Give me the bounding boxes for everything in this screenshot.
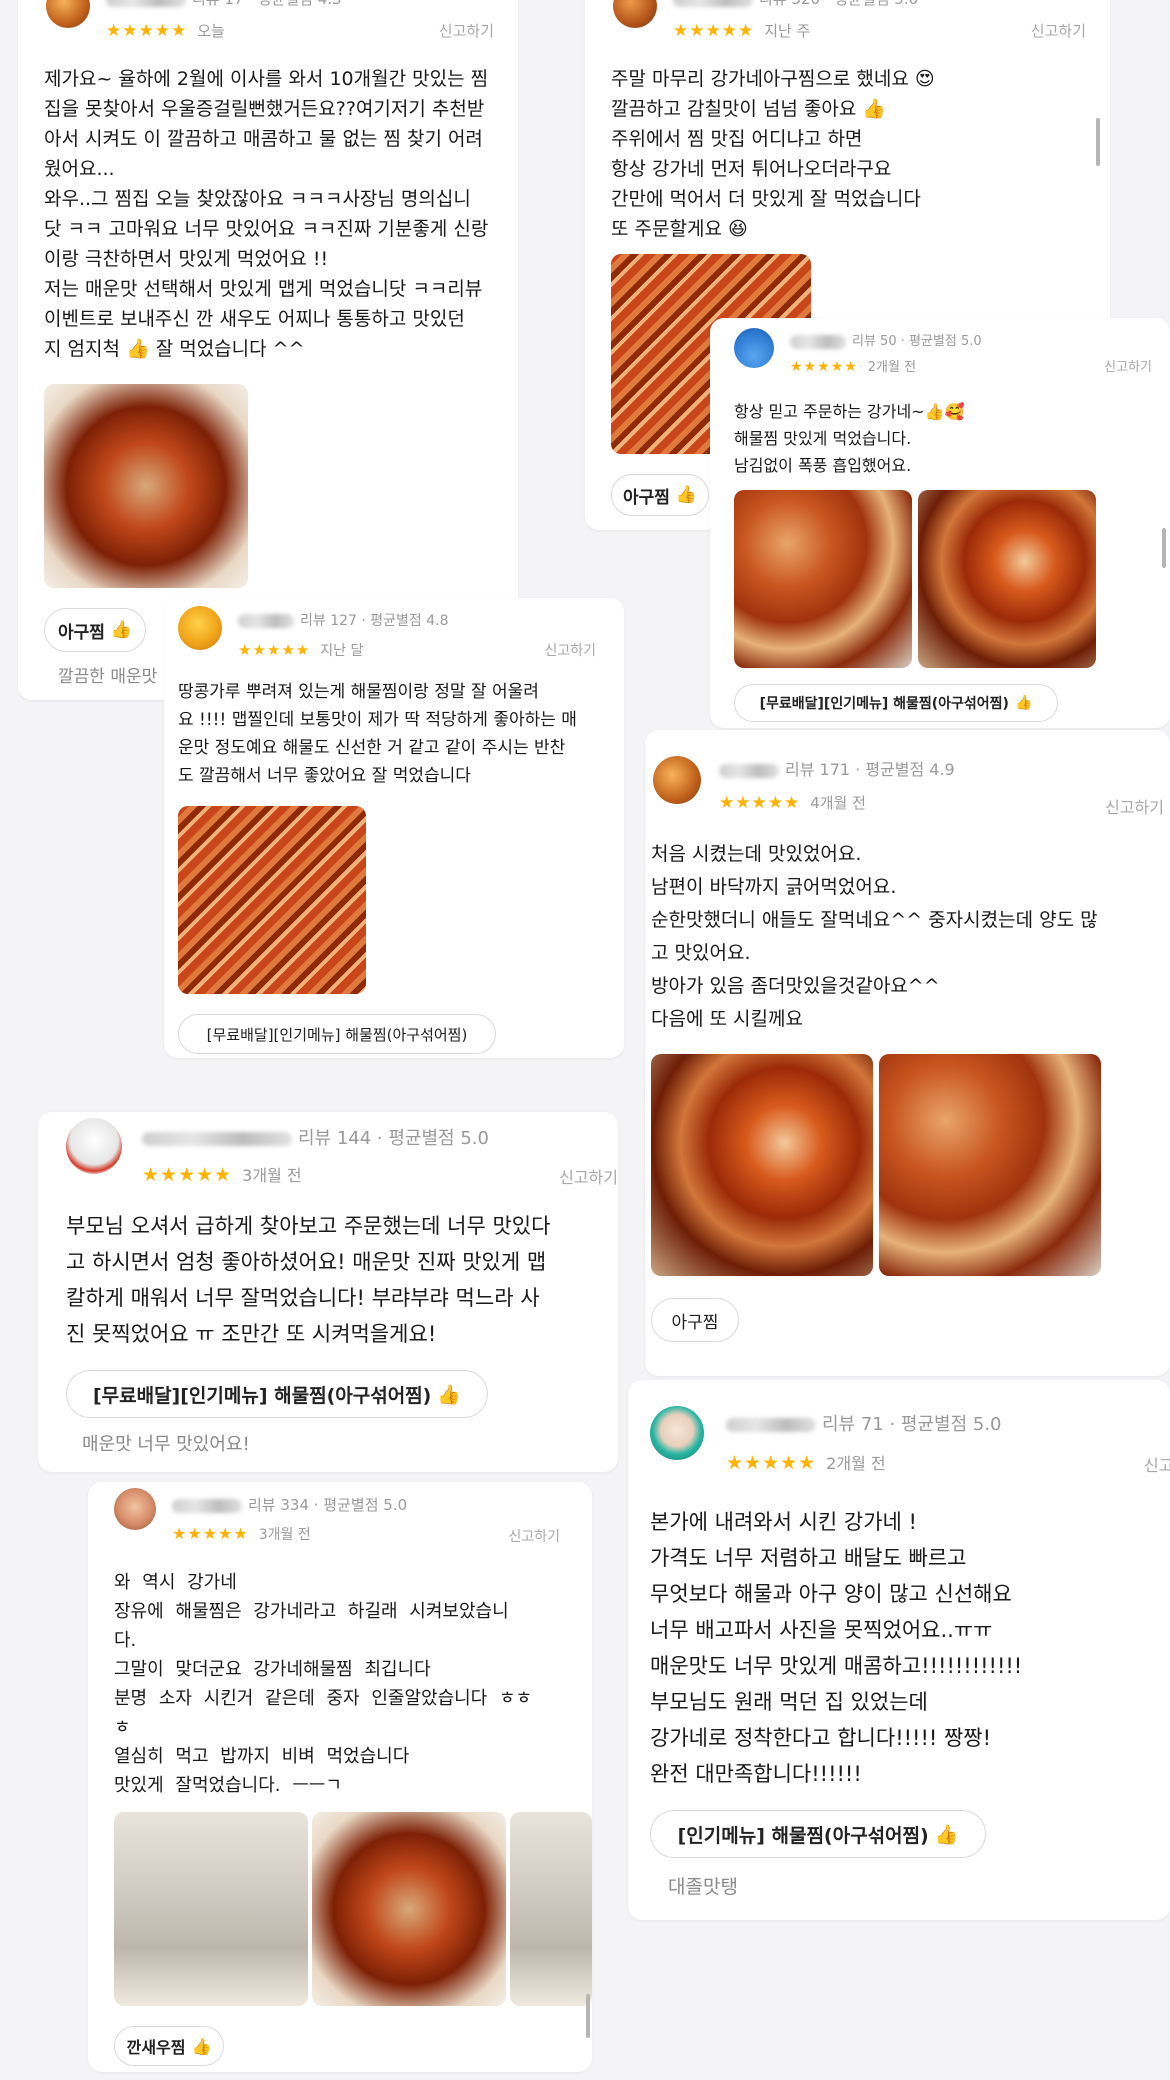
report-link[interactable]: 신고하기 <box>1144 1452 1170 1476</box>
report-link[interactable]: 신고하기 <box>508 1526 560 1546</box>
rating-stars: ★★★★★ 지난 달 <box>238 641 364 659</box>
review-date: 지난 주 <box>764 22 811 40</box>
avatar <box>734 328 774 368</box>
reviewer-meta: 리뷰 334 · 평균별점 5.0 <box>172 1494 407 1515</box>
review-card: 리뷰 71 · 평균별점 5.0 ★★★★★2개월 전 신고하기 본가에 내려와… <box>628 1380 1170 1920</box>
review-card: 리뷰 50 · 평균별점 5.0 ★★★★★ 2개월 전 신고하기 항상 믿고 주… <box>710 318 1170 728</box>
review-photo[interactable] <box>114 1812 308 2006</box>
review-tag: 매운맛 너무 맛있어요! <box>82 1434 250 1455</box>
reviewer-meta: 리뷰 171 · 평균별점 4.9 <box>719 756 955 780</box>
review-date: 2개월 전 <box>826 1454 886 1473</box>
review-text: 부모님 오셔서 급하게 찾아보고 주문했는데 너무 맛있다 고 하시면서 엄청 … <box>66 1214 551 1346</box>
report-link[interactable]: 신고하기 <box>1104 356 1152 375</box>
review-card: 리뷰 127 · 평균별점 4.8 ★★★★★ 지난 달 신고하기 땅콩가루 뿌려… <box>164 598 624 1058</box>
report-link[interactable]: 신고하기 <box>544 640 596 660</box>
rating-stars: ★★★★★ 4개월 전 <box>719 793 866 813</box>
review-date: 지난 달 <box>320 643 364 659</box>
review-photo[interactable] <box>312 1812 506 2006</box>
review-tag: 대졸맛탱 <box>668 1876 738 1898</box>
thumbs-up-icon: 👍 <box>191 2036 212 2056</box>
review-card: 리뷰 171 · 평균별점 4.9 ★★★★★ 4개월 전 신고하기 처음 시켰는… <box>645 730 1170 1376</box>
review-date: 3개월 전 <box>242 1166 302 1185</box>
scrollbar[interactable] <box>1162 528 1166 568</box>
reviewer-meta: 리뷰 144 · 평균별점 5.0 <box>142 1124 489 1150</box>
avatar <box>653 756 701 804</box>
avatar <box>46 0 90 28</box>
report-link[interactable]: 신고하기 <box>1031 20 1086 41</box>
menu-chip[interactable]: [무료배달][인기메뉴] 해물찜(아구섞어찜) <box>178 1014 496 1054</box>
review-card: 리뷰 334 · 평균별점 5.0 ★★★★★ 3개월 전 신고하기 와 역시 강… <box>88 1482 592 2072</box>
review-photo[interactable] <box>879 1054 1101 1276</box>
thumbs-up-icon: 👍 <box>437 1383 462 1406</box>
rating-stars: ★★★★★ 2개월 전 <box>790 359 917 375</box>
review-date: 2개월 전 <box>867 360 917 375</box>
review-photo[interactable] <box>651 1054 873 1276</box>
review-text: 제가요~ 율하에 2월에 이사를 와서 10개월간 맛있는 찜 집을 못찾아서 … <box>44 68 489 360</box>
rating-stars: ★★★★★ 오늘 <box>106 21 225 41</box>
review-photo[interactable] <box>918 490 1096 668</box>
thumbs-up-icon: 👍 <box>675 485 698 505</box>
review-photo[interactable] <box>734 490 912 668</box>
review-date: 오늘 <box>197 22 225 40</box>
rating-stars: ★★★★★ 2개월 전 <box>726 1452 886 1474</box>
menu-chip[interactable]: 아구찜 👍 <box>44 608 146 652</box>
review-tag: 깔끔한 매운맛 <box>58 667 158 687</box>
review-photo[interactable] <box>44 384 248 588</box>
avatar <box>66 1118 122 1174</box>
report-link[interactable]: 신고하기 <box>439 20 494 41</box>
avatar <box>650 1406 704 1460</box>
reviewer-meta: 리뷰 127 · 평균별점 4.8 <box>238 610 449 630</box>
menu-chip[interactable]: [인기메뉴] 해물찜(아구섞어찜) 👍 <box>650 1810 986 1858</box>
rating-stars: ★★★★★ 3개월 전 <box>142 1164 302 1186</box>
review-text: 본가에 내려와서 시킨 강가네 ! 가격도 너무 저렴하고 배달도 빠르고 무엇… <box>650 1510 1023 1786</box>
report-link[interactable]: 신고하기 <box>1105 794 1164 818</box>
scrollbar[interactable] <box>586 1994 590 2038</box>
menu-chip[interactable]: 깐새우찜 👍 <box>114 2026 224 2066</box>
reviewer-meta: 리뷰 320 · 평균별점 5.0 <box>673 0 918 9</box>
thumbs-up-icon: 👍 <box>1014 695 1033 711</box>
review-card: 리뷰 17 · 평균별점 4.3 ★★★★★오늘 신고하기 제가요~ 율하에 2… <box>18 0 518 700</box>
scrollbar[interactable] <box>1096 118 1100 166</box>
rating-stars: ★★★★★ 지난 주 <box>673 21 811 41</box>
rating-stars: ★★★★★ 3개월 전 <box>172 1524 311 1543</box>
review-photo[interactable] <box>510 1812 592 2006</box>
review-text: 주말 마무리 강가네아구찜으로 했네요 😍 깔끔하고 감칠맛이 넘넘 좋아요 👍… <box>611 68 935 240</box>
thumbs-up-icon: 👍 <box>110 620 133 640</box>
thumbs-up-icon: 👍 <box>934 1823 959 1846</box>
review-card: 리뷰 144 · 평균별점 5.0 ★★★★★ 3개월 전 신고하기 부모님 오셔… <box>38 1112 618 1472</box>
review-photo[interactable] <box>178 806 366 994</box>
menu-chip[interactable]: 아구찜 <box>651 1298 739 1342</box>
avatar <box>114 1488 156 1530</box>
menu-chip[interactable]: [무료배달][인기메뉴] 해물찜(아구섞어찜) 👍 <box>66 1370 488 1418</box>
report-link[interactable]: 신고하기 <box>559 1164 618 1188</box>
review-date: 3개월 전 <box>258 1527 311 1543</box>
review-text: 와 역시 강가네 장유에 해물찜은 강가네라고 하길래 시켜보았습니 다. 그말… <box>114 1572 533 1796</box>
avatar <box>613 0 657 28</box>
reviewer-meta: 리뷰 71 · 평균별점 5.0 <box>726 1410 1002 1436</box>
review-text: 처음 시켰는데 맛있었어요. 남편이 바닥까지 긁어먹었어요. 순한맛했더니 애… <box>651 843 1098 1030</box>
reviewer-meta: 리뷰 17 · 평균별점 4.3 <box>106 0 342 9</box>
menu-chip[interactable]: [무료배달][인기메뉴] 해물찜(아구섞어찜) 👍 <box>734 684 1058 722</box>
review-text: 항상 믿고 주문하는 강가네~👍🥰 해물찜 맛있게 먹었습니다. 남김없이 폭풍… <box>734 402 965 475</box>
reviewer-meta: 리뷰 50 · 평균별점 5.0 <box>790 330 982 349</box>
avatar <box>178 606 222 650</box>
menu-chip[interactable]: 아구찜 👍 <box>611 474 709 516</box>
review-text: 땅콩가루 뿌려져 있는게 해물찜이랑 정말 잘 어울려 요 !!!! 맵찔인데 … <box>178 682 577 786</box>
review-date: 4개월 전 <box>810 794 866 812</box>
